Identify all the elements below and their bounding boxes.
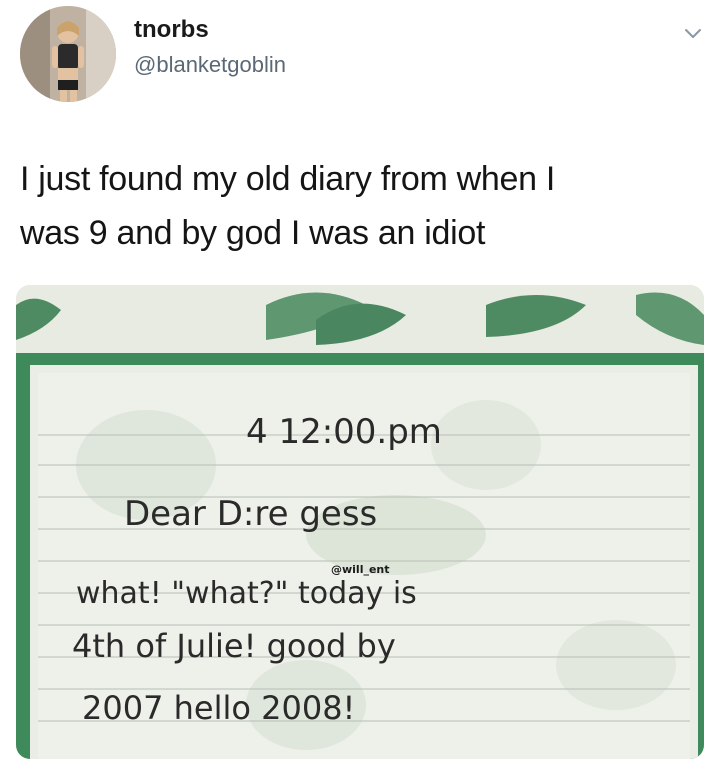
- chevron-down-icon[interactable]: [682, 22, 704, 44]
- tweet-text-line: I just found my old diary from when I: [20, 160, 556, 198]
- diary-line: what! "what?" today is: [76, 576, 417, 611]
- user-handle[interactable]: @blanketgoblin: [134, 52, 286, 78]
- diary-line: 4th of Julie! good by: [72, 627, 396, 665]
- diary-time: 4 12:00.pm: [246, 412, 442, 452]
- profile-photo-icon: [20, 6, 116, 102]
- tweet-header: tnorbs @blanketgoblin: [0, 0, 718, 130]
- diary-line: Dear D:re gess: [124, 494, 377, 534]
- avatar[interactable]: [20, 6, 116, 102]
- watermark: @will_ent: [331, 563, 390, 576]
- display-name[interactable]: tnorbs: [134, 16, 209, 44]
- diary-line: 2007 hello 2008!: [82, 689, 355, 727]
- tweet-text: I just found my old diary from when I wa…: [20, 152, 700, 260]
- tweet-photo[interactable]: 4 12:00.pm Dear D:re gess what! "what?" …: [16, 285, 704, 759]
- diary-photo: 4 12:00.pm Dear D:re gess what! "what?" …: [16, 285, 704, 759]
- tweet-text-line: was 9 and by god I was an idiot: [20, 214, 486, 252]
